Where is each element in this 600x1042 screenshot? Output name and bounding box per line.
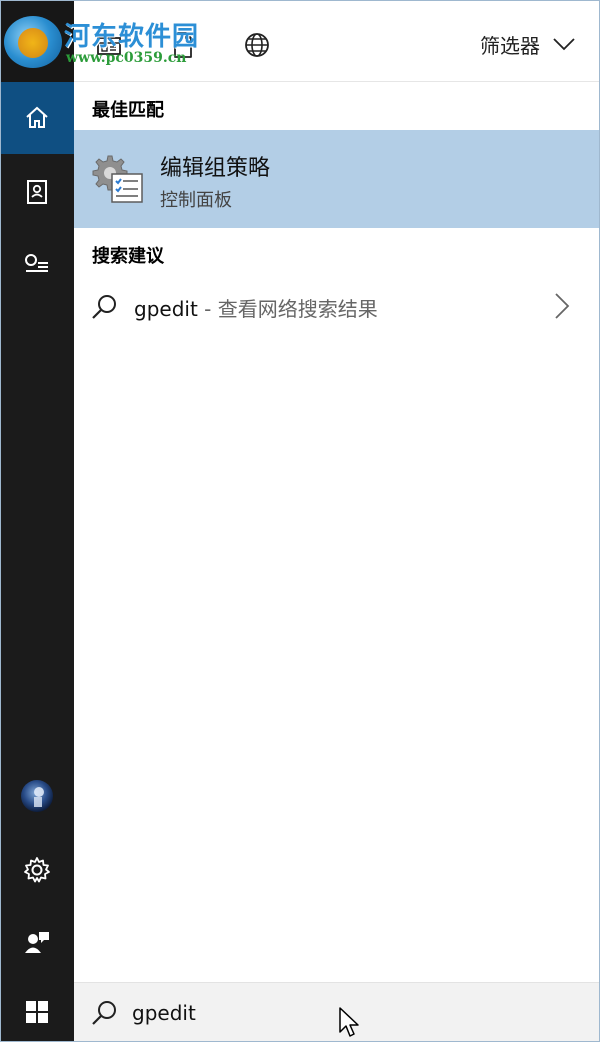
watermark-emblem <box>4 16 62 68</box>
watermark-url: www.pc0359.cn <box>66 50 187 66</box>
group-policy-icon <box>92 155 143 203</box>
settings-button[interactable] <box>0 834 74 906</box>
reminders-button[interactable] <box>0 228 74 300</box>
filter-dropdown[interactable]: 筛选器 <box>480 30 576 58</box>
notebook-button[interactable] <box>0 156 74 228</box>
notebook-icon <box>27 180 47 204</box>
web-suggestion-item[interactable]: gpedit - 查看网络搜索结果 <box>74 280 600 334</box>
result-title: 编辑组策略 <box>160 156 271 181</box>
start-button[interactable] <box>0 982 74 1042</box>
home-button[interactable] <box>0 82 74 154</box>
search-icon <box>92 1001 116 1025</box>
search-icon <box>92 295 116 319</box>
feedback-button[interactable] <box>0 906 74 978</box>
avatar-icon <box>21 780 53 812</box>
suggestions-heading: 搜索建议 <box>92 246 164 267</box>
web-filter-button[interactable] <box>242 30 272 60</box>
user-avatar-button[interactable] <box>0 760 74 832</box>
mouse-pointer-icon <box>339 1007 359 1037</box>
chevron-right-icon <box>555 293 570 319</box>
watermark-name: 河东软件园 <box>64 22 200 52</box>
suggestion-detail: - 查看网络搜索结果 <box>204 297 378 321</box>
suggestion-text: gpedit - 查看网络搜索结果 <box>134 293 378 322</box>
globe-icon <box>245 33 269 57</box>
result-subtitle: 控制面板 <box>160 190 232 211</box>
gear-icon <box>24 857 50 883</box>
chevron-down-icon <box>553 38 575 51</box>
watermark-logo: 河东软件园 www.pc0359.cn <box>0 6 240 68</box>
left-rail <box>0 0 74 1042</box>
search-box[interactable] <box>74 982 600 1042</box>
suggestion-query: gpedit <box>134 297 198 321</box>
best-match-heading: 最佳匹配 <box>92 100 164 121</box>
home-icon <box>26 106 48 128</box>
feedback-icon <box>25 932 49 953</box>
windows-logo-icon <box>26 1001 48 1023</box>
search-input[interactable] <box>132 997 532 1029</box>
best-match-result[interactable]: 编辑组策略 控制面板 <box>74 130 600 228</box>
filter-label: 筛选器 <box>480 33 540 58</box>
reminders-icon <box>25 254 48 272</box>
